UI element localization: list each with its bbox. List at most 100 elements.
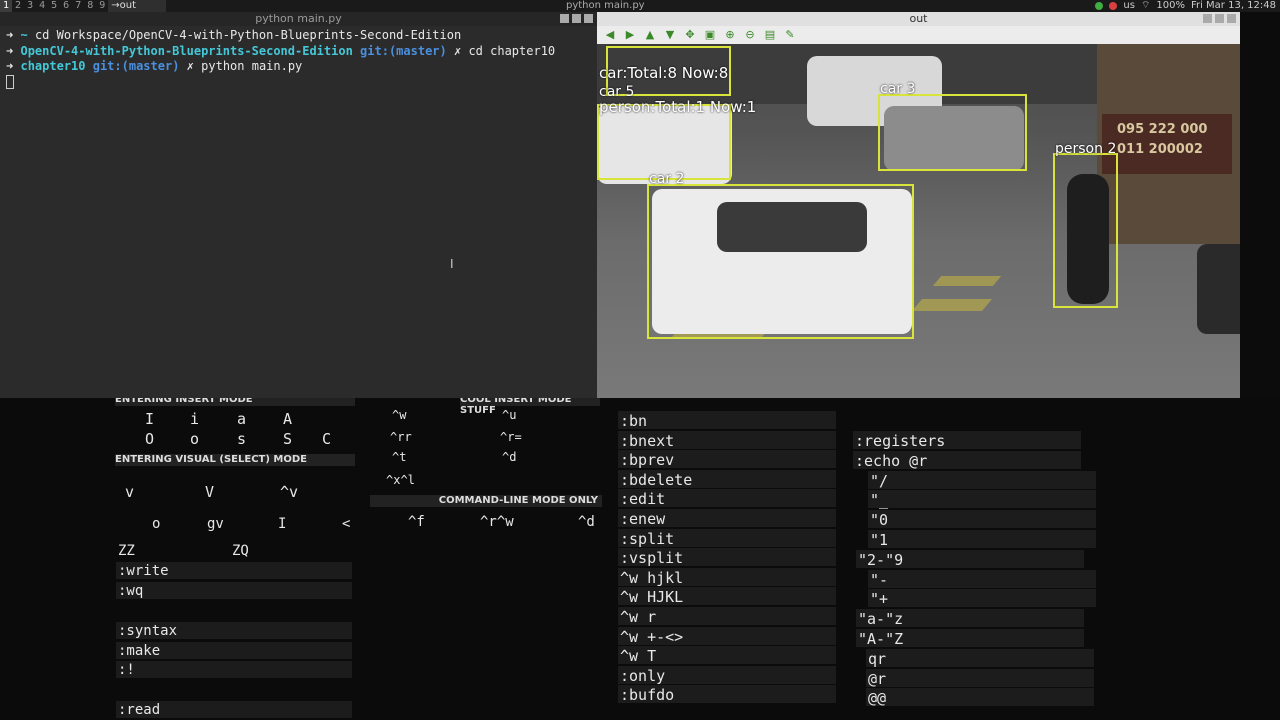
vim-command: ^w r bbox=[620, 608, 657, 626]
terminal-cmd: python main.py bbox=[201, 59, 303, 73]
text-cursor-icon: I bbox=[450, 257, 454, 271]
battery-label[interactable]: 100% bbox=[1156, 0, 1185, 12]
workspace-7[interactable]: 7 bbox=[72, 0, 84, 12]
vim-command: :bufdo bbox=[620, 686, 675, 705]
system-tray: us ⌔ 100% Fri Mar 13, 12:48 bbox=[1095, 0, 1276, 12]
vim-command: v bbox=[125, 483, 135, 501]
terminal-titlebar: python main.py bbox=[0, 12, 597, 26]
vim-command: :bn bbox=[620, 412, 648, 430]
workspace-5[interactable]: 5 bbox=[48, 0, 60, 12]
arrow-right-icon[interactable]: ▶ bbox=[623, 29, 637, 41]
terminal-cmd: cd Workspace/OpenCV-4-with-Python-Bluepr… bbox=[34, 28, 462, 42]
vim-command: "1 bbox=[870, 531, 889, 549]
zoom-in-icon[interactable]: ⊕ bbox=[723, 29, 737, 41]
workspace-6[interactable]: 6 bbox=[60, 0, 72, 12]
vim-command: i bbox=[190, 410, 200, 428]
vim-command: "2-"9 bbox=[858, 550, 904, 569]
keyboard-layout[interactable]: us bbox=[1123, 0, 1135, 12]
status-red-icon[interactable] bbox=[1109, 2, 1118, 10]
workspace-9[interactable]: 9 bbox=[96, 0, 108, 12]
maximize-icon[interactable] bbox=[572, 14, 581, 23]
terminal-window[interactable]: python main.py ➜ ~ cd Workspace/OpenCV-4… bbox=[0, 12, 597, 398]
workspace-1[interactable]: 1 bbox=[0, 0, 13, 12]
vim-command: ^w T bbox=[620, 647, 657, 666]
save-icon[interactable]: ▤ bbox=[763, 29, 777, 41]
vim-command: :bdelete bbox=[620, 470, 693, 489]
detection-box bbox=[647, 184, 914, 339]
status-green-icon[interactable] bbox=[1095, 2, 1104, 10]
vim-command: :edit bbox=[620, 490, 666, 509]
active-window-tab[interactable]: →out bbox=[108, 0, 167, 12]
pan-icon[interactable]: ✥ bbox=[683, 29, 697, 41]
vim-command: A bbox=[283, 410, 293, 428]
close-icon[interactable] bbox=[1227, 14, 1236, 23]
vim-command: :make bbox=[118, 643, 161, 659]
settings-icon[interactable]: ✎ bbox=[783, 29, 797, 41]
terminal-line: ➜ ~ cd Workspace/OpenCV-4-with-Python-Bl… bbox=[6, 28, 591, 44]
terminal-x: ✗ bbox=[453, 43, 462, 58]
terminal-git: git:(master) bbox=[360, 43, 447, 58]
out-window[interactable]: out ◀ ▶ ▲ ▼ ✥ ▣ ⊕ ⊖ ▤ ✎ 095 222 000 011 200002 ca… bbox=[597, 12, 1240, 419]
vim-command: ZQ bbox=[232, 543, 249, 559]
sign-text-2: 011 200002 bbox=[1117, 142, 1203, 157]
vim-command: :bnext bbox=[620, 431, 675, 450]
terminal-title: python main.py bbox=[255, 12, 342, 25]
detection-label: car 3 bbox=[880, 81, 916, 97]
zoom-rect-icon[interactable]: ▣ bbox=[703, 29, 717, 41]
vim-command: V bbox=[205, 483, 215, 501]
active-window-label: out bbox=[119, 0, 137, 11]
arrow-up-icon[interactable]: ▲ bbox=[643, 29, 657, 41]
close-icon[interactable] bbox=[584, 14, 593, 23]
vim-command: gv bbox=[207, 516, 224, 532]
detection-box bbox=[878, 94, 1027, 171]
detection-label: car 2 bbox=[649, 171, 685, 187]
vim-command: :only bbox=[620, 666, 666, 685]
section-heading: COOL INSERT MODE STUFF bbox=[460, 398, 600, 416]
vim-command: qr bbox=[868, 649, 887, 668]
vim-command: :echo @r bbox=[855, 451, 928, 470]
vim-command: S bbox=[283, 430, 293, 448]
vim-command: "_ bbox=[870, 491, 889, 510]
terminal-prompt: ➜ bbox=[6, 28, 14, 42]
tile-icon[interactable] bbox=[1203, 14, 1212, 23]
vim-command: s bbox=[237, 430, 247, 448]
vim-command: @@ bbox=[868, 689, 887, 708]
vim-command: :registers bbox=[855, 432, 946, 450]
maximize-icon[interactable] bbox=[1215, 14, 1224, 23]
arrow-down-icon[interactable]: ▼ bbox=[663, 29, 677, 41]
cheatsheet-row bbox=[868, 510, 1096, 529]
tile-icon[interactable] bbox=[560, 14, 569, 23]
out-window-titlebar: out bbox=[597, 12, 1240, 26]
cheatsheet-row bbox=[618, 411, 836, 429]
cheatsheet-row bbox=[866, 668, 1094, 687]
vim-command: :vsplit bbox=[620, 549, 684, 568]
vim-command: ^v bbox=[280, 483, 299, 501]
focused-window-title: python main.py bbox=[566, 0, 645, 11]
cheatsheet-row bbox=[868, 530, 1096, 548]
vim-command: "A-"Z bbox=[858, 630, 904, 648]
car-count-stat: car:Total:8 Now:8 bbox=[599, 64, 729, 82]
section-heading: ENTERING INSERT MODE bbox=[115, 398, 355, 406]
vim-command: I bbox=[145, 410, 155, 428]
vim-command: ^r= bbox=[500, 430, 522, 444]
workspace-3[interactable]: 3 bbox=[24, 0, 36, 12]
vim-command: ^d bbox=[578, 514, 595, 530]
vim-command: ^f bbox=[408, 514, 425, 530]
terminal-line: ➜ OpenCV-4-with-Python-Blueprints-Second… bbox=[6, 44, 591, 60]
terminal-dir: ~ bbox=[20, 28, 28, 42]
arrow-left-icon[interactable]: ◀ bbox=[603, 29, 617, 41]
detection-box bbox=[1053, 153, 1118, 308]
workspace-8[interactable]: 8 bbox=[84, 0, 96, 12]
car-shape bbox=[1197, 244, 1240, 334]
vim-command: ^r^w bbox=[480, 514, 514, 530]
vim-command: "- bbox=[870, 570, 889, 589]
cheatsheet-row bbox=[116, 582, 352, 599]
wifi-icon[interactable]: ⌔ bbox=[1141, 0, 1150, 12]
clock[interactable]: Fri Mar 13, 12:48 bbox=[1191, 0, 1276, 12]
workspace-4[interactable]: 4 bbox=[36, 0, 48, 12]
terminal-cmd: cd chapter10 bbox=[468, 43, 556, 58]
zoom-out-icon[interactable]: ⊖ bbox=[743, 29, 757, 41]
vim-command: :wq bbox=[118, 583, 144, 599]
terminal-output[interactable]: ➜ ~ cd Workspace/OpenCV-4-with-Python-Bl… bbox=[0, 26, 597, 91]
workspace-2[interactable]: 2 bbox=[12, 0, 24, 12]
